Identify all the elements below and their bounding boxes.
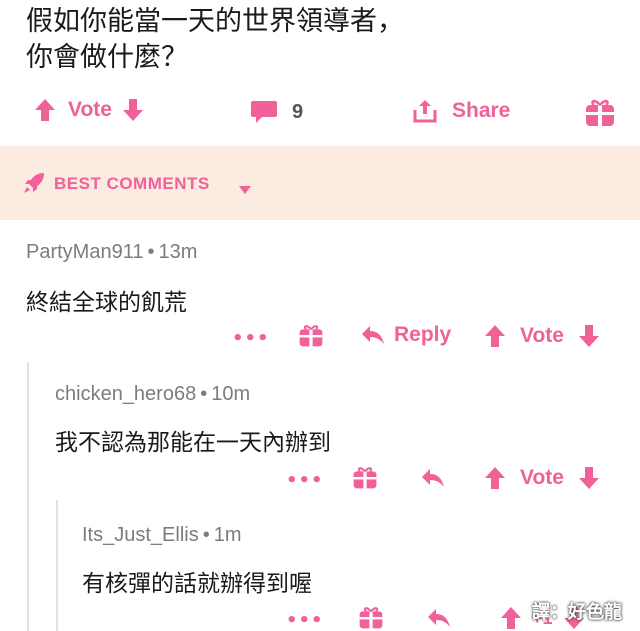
separator-dot: • xyxy=(200,383,208,405)
gift-icon[interactable] xyxy=(352,464,378,494)
comment-count: 9 xyxy=(292,100,304,123)
comment-username[interactable]: Its_Just_Ellis xyxy=(82,524,199,546)
comment-text: 我不認為那能在一天內辦到 xyxy=(55,430,331,456)
downvote-arrow-icon[interactable] xyxy=(122,98,144,122)
best-comments-label[interactable]: BEST COMMENTS xyxy=(54,174,210,194)
comment-text: 終結全球的飢荒 xyxy=(26,290,187,316)
vote-label: Vote xyxy=(520,324,564,347)
comment-text: 有核彈的話就辦得到喔 xyxy=(82,571,312,597)
separator-dot: • xyxy=(202,524,210,546)
translator-watermark: 譯：好色龍 xyxy=(532,602,622,623)
comment-username[interactable]: PartyMan911 xyxy=(26,241,143,263)
comment-bubble-icon xyxy=(250,99,278,125)
rocket-icon xyxy=(22,171,46,199)
comment-vote-group: Vote xyxy=(484,324,600,348)
reply-arrow-icon[interactable] xyxy=(426,606,452,631)
reply-arrow-icon xyxy=(360,323,386,347)
downvote-arrow-icon[interactable] xyxy=(578,324,600,348)
upvote-arrow-icon[interactable] xyxy=(484,324,506,348)
share-label: Share xyxy=(452,99,511,122)
more-options-button[interactable]: ••• xyxy=(286,470,324,491)
share-button[interactable]: Share xyxy=(412,98,510,124)
separator-dot: • xyxy=(147,241,155,263)
gift-icon xyxy=(584,96,616,128)
gift-button[interactable] xyxy=(584,96,616,128)
reply-button[interactable]: Reply xyxy=(360,323,451,347)
comment-age: 13m xyxy=(158,241,198,263)
comment-meta: Its_Just_Ellis • 1m xyxy=(82,524,242,547)
caret-down-icon[interactable] xyxy=(238,180,252,199)
post-comments-button[interactable]: 9 xyxy=(250,99,303,125)
comment-vote-group: Vote xyxy=(484,466,600,490)
upvote-arrow-icon[interactable] xyxy=(500,606,522,630)
comment-age: 10m xyxy=(211,383,251,405)
vote-label: Vote xyxy=(520,466,564,489)
share-icon xyxy=(412,98,438,124)
downvote-arrow-icon[interactable] xyxy=(578,466,600,490)
thread-line[interactable] xyxy=(56,500,58,631)
upvote-arrow-icon[interactable] xyxy=(34,98,56,122)
post-vote-group: Vote xyxy=(34,98,144,122)
comment-age: 1m xyxy=(213,524,242,546)
more-options-button[interactable]: ••• xyxy=(286,610,324,631)
more-options-button[interactable]: ••• xyxy=(232,328,270,349)
post-vote-label: Vote xyxy=(68,98,112,121)
gift-icon[interactable] xyxy=(298,322,324,352)
reply-arrow-icon[interactable] xyxy=(420,466,446,494)
comment-username[interactable]: chicken_hero68 xyxy=(55,383,196,405)
thread-line[interactable] xyxy=(27,362,29,631)
gift-icon[interactable] xyxy=(358,604,384,631)
comment-meta: chicken_hero68 • 10m xyxy=(55,383,250,406)
upvote-arrow-icon[interactable] xyxy=(484,466,506,490)
reply-label: Reply xyxy=(394,323,452,346)
comment-meta: PartyMan911 • 13m xyxy=(26,241,197,264)
post-title: 假如你能當一天的世界領導者， 你會做什麼？ xyxy=(26,6,404,73)
